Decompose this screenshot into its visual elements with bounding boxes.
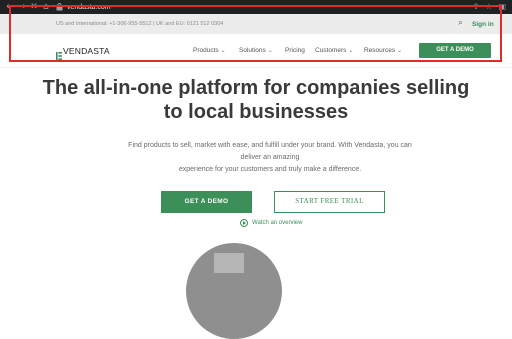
- video-thumbnail[interactable]: [186, 243, 282, 339]
- watch-overview-link[interactable]: Watch an overview: [240, 219, 302, 227]
- headline-line-1: The all-in-one platform for companies se…: [42, 77, 470, 99]
- highlight-box: [9, 5, 502, 62]
- get-demo-button[interactable]: GET A DEMO: [161, 191, 252, 213]
- start-free-trial-button[interactable]: START FREE TRIAL: [274, 191, 385, 213]
- subtitle-line-1: Find products to sell, market with ease,…: [128, 142, 412, 161]
- video-frame: [214, 253, 244, 273]
- hero-subtitle: Find products to sell, market with ease,…: [120, 140, 420, 176]
- subtitle-line-2: experience for your customers and truly …: [178, 166, 362, 173]
- headline-line-2: to local businesses: [163, 101, 349, 123]
- hero-headline: The all-in-one platform for companies se…: [0, 76, 512, 124]
- watch-overview-label: Watch an overview: [252, 220, 303, 226]
- play-icon: [240, 219, 248, 227]
